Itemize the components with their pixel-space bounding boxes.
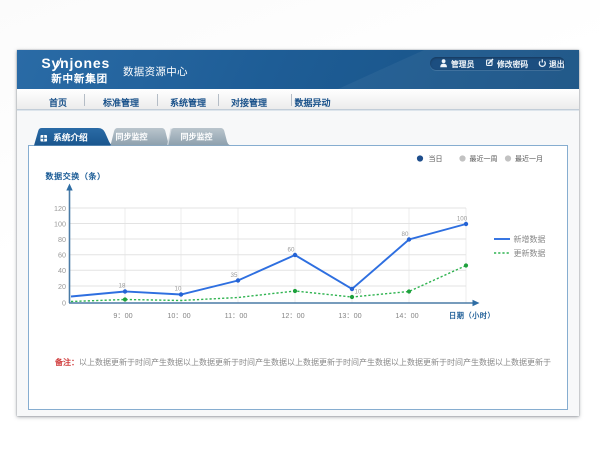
svg-text:系统介绍: 系统介绍 <box>53 132 88 143</box>
svg-text:最近一月: 最近一月 <box>515 154 543 163</box>
svg-text:80: 80 <box>402 231 409 238</box>
svg-text:最近一周: 最近一周 <box>470 154 498 163</box>
svg-text:同步监控: 同步监控 <box>116 132 148 142</box>
svg-text:12：00: 12：00 <box>281 311 304 320</box>
svg-text:11：00: 11：00 <box>225 311 248 320</box>
svg-text:60: 60 <box>58 251 66 260</box>
svg-text:18: 18 <box>119 283 126 290</box>
svg-text:100: 100 <box>54 219 66 228</box>
svg-text:同步监控: 同步监控 <box>181 132 213 142</box>
svg-text:日期（小时）: 日期（小时） <box>449 311 495 320</box>
svg-text:新增数据: 新增数据 <box>514 234 546 244</box>
svg-text:80: 80 <box>58 235 66 244</box>
svg-text:40: 40 <box>58 266 66 275</box>
svg-text:9：00: 9：00 <box>113 311 132 320</box>
svg-text:10: 10 <box>175 286 182 293</box>
svg-text:35: 35 <box>231 272 238 279</box>
svg-text:14：00: 14：00 <box>395 311 418 320</box>
svg-text:13：00: 13：00 <box>338 311 361 320</box>
svg-text:20: 20 <box>58 282 66 291</box>
svg-text:0: 0 <box>62 299 66 308</box>
svg-text:数据交换（条）: 数据交换（条） <box>46 171 106 181</box>
svg-text:10: 10 <box>355 289 362 296</box>
svg-text:120: 120 <box>54 204 66 213</box>
svg-text:60: 60 <box>288 247 295 254</box>
svg-text:100: 100 <box>457 216 468 223</box>
svg-text:10：00: 10：00 <box>167 311 190 320</box>
svg-text:更新数据: 更新数据 <box>514 248 546 258</box>
svg-text:当日: 当日 <box>429 154 443 163</box>
